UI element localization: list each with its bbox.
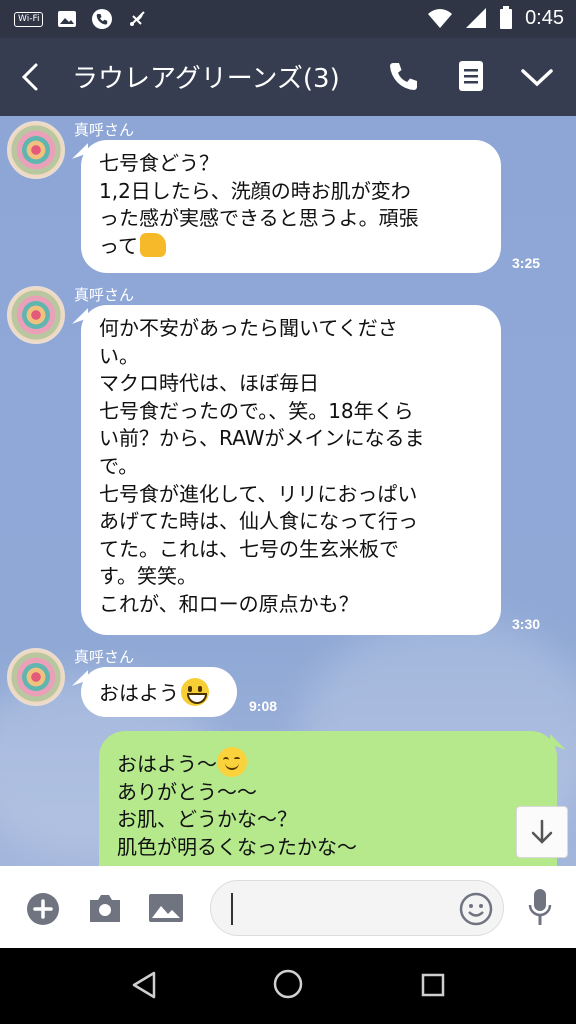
message-line: 七号食だったので。、笑。18年くら bbox=[99, 398, 414, 423]
cell-signal-icon bbox=[466, 8, 487, 28]
message-line: これが、和ローの原点かも？ bbox=[99, 591, 359, 616]
status-bar: Wi-Fi 0:45 bbox=[0, 0, 576, 38]
message-line: い前？から、RAWがメインになるま bbox=[99, 426, 425, 451]
message-time: 3:30 bbox=[512, 616, 541, 632]
message-line: おはよう bbox=[99, 681, 179, 705]
recents-nav-icon[interactable] bbox=[420, 972, 446, 998]
camera-button[interactable] bbox=[87, 892, 123, 924]
wifi-signal-icon bbox=[428, 9, 453, 28]
arrow-down-icon bbox=[531, 819, 553, 844]
message-bubble[interactable]: 七号食どう？ 1,2日したら、洗顔の時お肌が変わ った感が実感できると思うよ。頑… bbox=[81, 140, 501, 273]
message-line: って bbox=[99, 233, 138, 258]
message-line: ありがとう〜〜 bbox=[117, 779, 257, 804]
plus-button[interactable] bbox=[26, 892, 60, 926]
sender-name: 真呼さん bbox=[74, 286, 135, 304]
message-line: 七号食が進化して、リリにおっぱい bbox=[99, 481, 418, 506]
message-line: で。 bbox=[99, 453, 139, 478]
gallery-button[interactable] bbox=[148, 893, 184, 923]
menu-chevron-down-button[interactable] bbox=[520, 68, 554, 88]
back-chevron-icon[interactable] bbox=[18, 62, 42, 92]
message-line: おはよう〜 bbox=[117, 752, 217, 776]
message-line: った感が実感できると思うよ。頑張 bbox=[99, 206, 419, 231]
chat-title[interactable]: ラウレアグリーンズ(3) bbox=[72, 58, 340, 95]
phone-status-icon bbox=[92, 9, 113, 29]
sender-name: 真呼さん bbox=[74, 648, 135, 666]
chat-area[interactable]: 真呼さん 七号食どう？ 1,2日したら、洗顔の時お肌が変わ った感が実感できると… bbox=[0, 116, 576, 866]
system-nav-bar bbox=[0, 948, 576, 1024]
message-line: 肌色が明るくなったかな〜 bbox=[117, 834, 357, 859]
message-line: 七号食どう？ bbox=[99, 151, 219, 175]
call-button[interactable] bbox=[386, 60, 420, 94]
message-line: てた。これは、七号の生玄米板で bbox=[99, 536, 399, 561]
message-line: す。笑笑。 bbox=[99, 564, 197, 589]
message-input-bar bbox=[0, 866, 576, 948]
message-time: 3:25 bbox=[512, 255, 541, 271]
message-line: お肌、どうかな〜？ bbox=[117, 807, 297, 832]
sender-name: 真呼さん bbox=[74, 121, 135, 139]
text-cursor bbox=[231, 893, 233, 925]
my-message-bubble[interactable]: おはよう〜 ありがとう〜〜 お肌、どうかな〜？ 肌色が明るくなったかな〜 bbox=[99, 731, 557, 866]
message-time: 9:08 bbox=[249, 698, 278, 714]
message-line: い。 bbox=[99, 343, 139, 368]
message-bubble[interactable]: 何か不安があったら聞いてくださ い。 マクロ時代は、ほぼ毎日 七号食だったので。… bbox=[81, 305, 501, 635]
avatar[interactable] bbox=[7, 121, 65, 179]
chat-header: ラウレアグリーンズ(3) bbox=[0, 38, 576, 116]
smiling-face-emoji-icon bbox=[217, 747, 247, 777]
message-line: マクロ時代は、ほぼ毎日 bbox=[99, 371, 319, 396]
wifi-badge: Wi-Fi bbox=[14, 11, 44, 27]
thumbs-up-emoji-icon bbox=[140, 232, 166, 257]
microphone-button[interactable] bbox=[528, 888, 552, 926]
status-time: 0:45 bbox=[525, 6, 564, 29]
emoji-button[interactable] bbox=[459, 892, 493, 926]
back-nav-icon[interactable] bbox=[130, 970, 158, 1000]
muted-notification-icon bbox=[130, 11, 146, 26]
message-line: 1,2日したら、洗顔の時お肌が変わ bbox=[99, 178, 411, 203]
scroll-to-bottom-button[interactable] bbox=[516, 806, 568, 858]
avatar[interactable] bbox=[7, 286, 65, 344]
battery-icon bbox=[500, 6, 513, 29]
message-text-field[interactable] bbox=[229, 893, 459, 923]
message-line: あげてた時は、仙人食になって行っ bbox=[99, 509, 418, 534]
notes-button[interactable] bbox=[458, 60, 484, 92]
avatar[interactable] bbox=[7, 648, 65, 706]
message-line: 何か不安があったら聞いてくださ bbox=[99, 316, 398, 340]
home-nav-icon[interactable] bbox=[272, 968, 304, 1000]
message-bubble[interactable]: おはよう bbox=[81, 667, 237, 717]
message-input[interactable] bbox=[210, 880, 504, 936]
image-icon bbox=[58, 11, 77, 27]
grinning-face-emoji-icon bbox=[181, 678, 209, 706]
